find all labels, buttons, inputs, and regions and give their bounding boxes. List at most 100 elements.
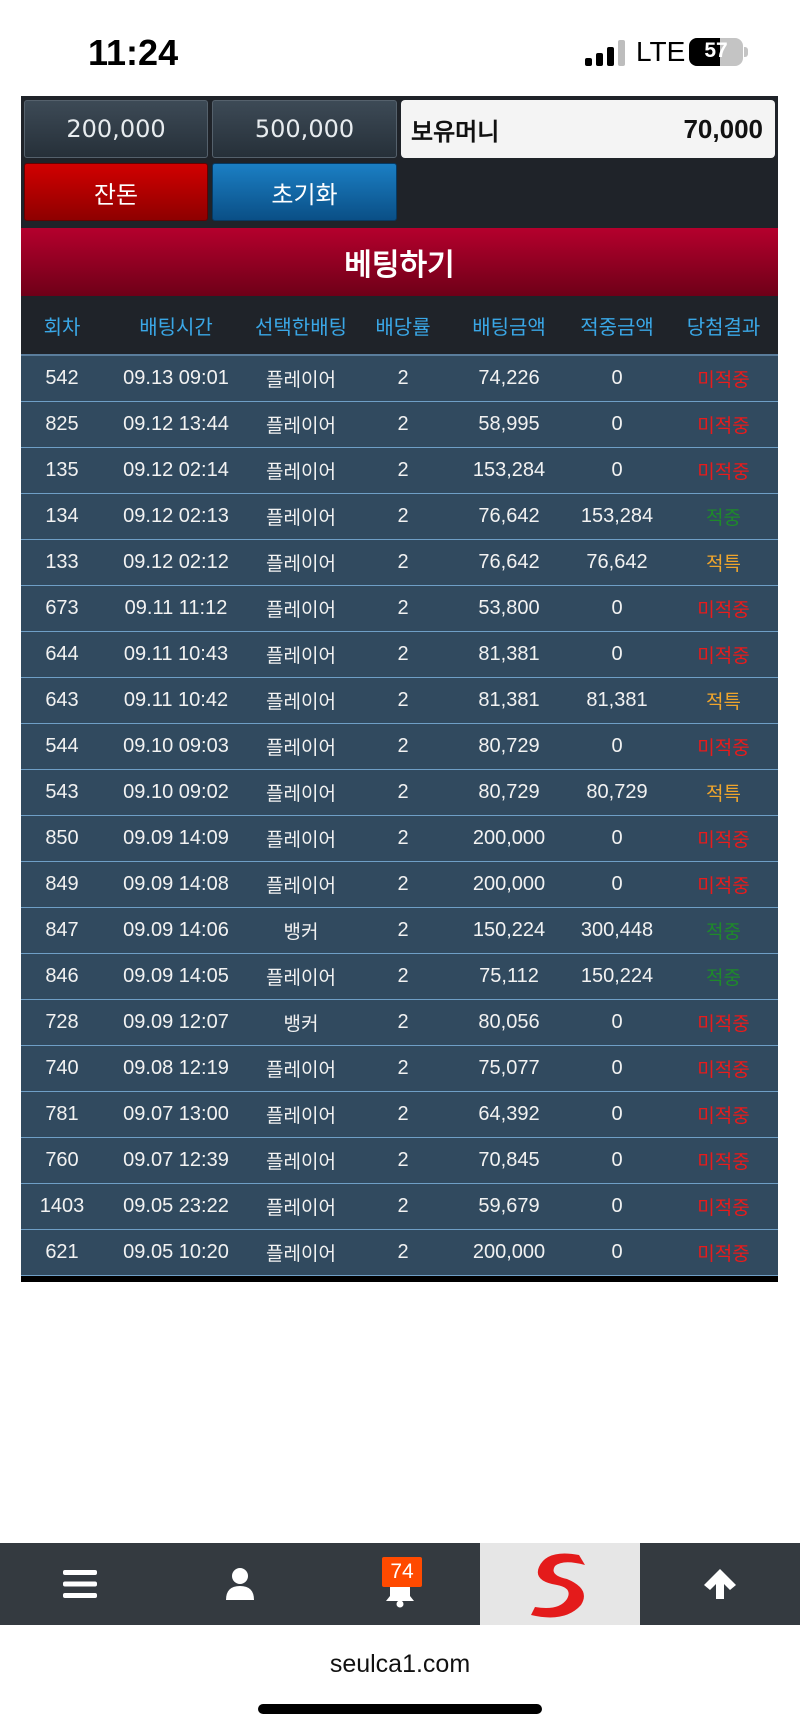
cell-time: 09.11 10:42	[123, 689, 229, 711]
cell-time: 09.12 02:14	[123, 459, 229, 481]
cell-round: 544	[45, 735, 79, 757]
cell-result: 적특	[706, 691, 741, 713]
cell-amount: 81,381	[478, 689, 540, 711]
table-body: 542 09.13 09:01 플레이어 2 74,226 0 미적중 825 09.12 13…	[21, 356, 778, 1276]
header-odds: 배당률	[375, 314, 431, 339]
cell-time: 09.11 11:12	[124, 597, 228, 619]
chip-200000-button[interactable]: 200,000	[24, 100, 208, 158]
cell-win-amount: 0	[611, 1103, 623, 1125]
scroll-top-button[interactable]	[640, 1543, 800, 1625]
cell-round: 542	[45, 367, 79, 389]
cell-time: 09.12 02:13	[123, 505, 229, 527]
cell-result: 적중	[706, 507, 741, 529]
cell-pick: 플레이어	[266, 507, 336, 529]
cell-win-amount: 0	[611, 827, 623, 849]
bet-button-label: 베팅하기	[344, 248, 455, 283]
cell-pick: 플레이어	[266, 461, 336, 483]
cell-time: 09.10 09:02	[123, 781, 229, 803]
cell-result: 적특	[706, 783, 741, 805]
cell-odds: 2	[397, 413, 409, 435]
header-pick: 선택한배팅	[255, 314, 347, 339]
battery-tip	[744, 47, 748, 57]
cell-odds: 2	[397, 1241, 409, 1263]
cell-pick: 플레이어	[266, 553, 336, 575]
cell-round: 133	[45, 551, 79, 573]
cell-odds: 2	[397, 459, 409, 481]
menu-icon	[63, 1570, 97, 1598]
cell-amount: 150,224	[472, 919, 546, 941]
cell-result: 미적중	[697, 875, 750, 897]
cell-amount: 75,077	[478, 1057, 540, 1079]
cell-round: 643	[45, 689, 79, 711]
cell-pick: 플레이어	[266, 1105, 336, 1127]
cell-odds: 2	[397, 551, 409, 573]
site-logo	[531, 1553, 585, 1618]
home-indicator[interactable]	[258, 1704, 542, 1714]
cell-odds: 2	[397, 1011, 409, 1033]
signal-icon	[585, 40, 627, 66]
cell-amount: 200,000	[472, 1241, 546, 1263]
cell-pick: 플레이어	[266, 737, 336, 759]
cell-win-amount: 0	[611, 643, 623, 665]
cell-round: 621	[45, 1241, 79, 1263]
cell-amount: 75,112	[479, 965, 539, 987]
cell-time: 09.10 09:03	[123, 735, 229, 757]
balance-box: 보유머니 70,000	[401, 100, 775, 158]
status-bar: 11:24 LTE 57	[0, 0, 800, 100]
cell-time: 09.13 09:01	[123, 367, 229, 389]
table-row: 544 09.10 09:03 플레이어 2 80,729 0 미적중	[21, 724, 778, 770]
url-label: seulca1.com	[329, 1650, 471, 1678]
cell-amount: 59,679	[478, 1195, 540, 1217]
cell-round: 850	[45, 827, 79, 849]
arrow-up-icon	[704, 1569, 736, 1599]
cell-pick: 뱅커	[283, 921, 319, 943]
cell-win-amount: 76,642	[586, 551, 648, 573]
cell-win-amount: 150,224	[580, 965, 654, 987]
cell-result: 미적중	[697, 599, 750, 621]
table-row: 542 09.13 09:01 플레이어 2 74,226 0 미적중	[21, 356, 778, 402]
cell-pick: 플레이어	[266, 1197, 336, 1219]
cell-round: 543	[45, 781, 79, 803]
cell-odds: 2	[397, 919, 409, 941]
table-row: 847 09.09 14:06 뱅커 2 150,224 300,448 적중	[21, 908, 778, 954]
cell-pick: 플레이어	[266, 1243, 336, 1265]
cell-pick: 뱅커	[283, 1013, 319, 1035]
balance-label: 보유머니	[411, 117, 500, 146]
cell-pick: 플레이어	[266, 783, 336, 805]
user-icon	[226, 1568, 254, 1600]
cell-round: 760	[45, 1149, 79, 1171]
cell-result: 미적중	[697, 645, 750, 667]
cell-round: 740	[45, 1057, 79, 1079]
cell-win-amount: 0	[611, 459, 623, 481]
cell-pick: 플레이어	[266, 875, 336, 897]
reset-button[interactable]: 초기화	[212, 163, 397, 221]
cell-odds: 2	[397, 367, 409, 389]
cell-amount: 70,845	[478, 1149, 540, 1171]
bottom-nav: 74	[0, 1543, 800, 1625]
bet-button[interactable]: 베팅하기	[21, 228, 778, 296]
cell-win-amount: 0	[611, 1011, 623, 1033]
cell-result: 미적중	[697, 461, 750, 483]
cell-result: 적특	[706, 553, 741, 575]
cell-pick: 플레이어	[266, 967, 336, 989]
menu-button[interactable]	[0, 1543, 160, 1625]
cell-time: 09.09 14:08	[123, 873, 229, 895]
cell-amount: 64,392	[478, 1103, 540, 1125]
cell-pick: 플레이어	[266, 1059, 336, 1081]
table-row: 850 09.09 14:09 플레이어 2 200,000 0 미적중	[21, 816, 778, 862]
chip-500000-button[interactable]: 500,000	[212, 100, 397, 158]
cell-round: 673	[45, 597, 79, 619]
cell-win-amount: 0	[611, 597, 623, 619]
change-button[interactable]: 잔돈	[24, 163, 208, 221]
cell-odds: 2	[397, 873, 409, 895]
cell-amount: 153,284	[472, 459, 546, 481]
cell-result: 미적중	[697, 1243, 750, 1265]
user-button[interactable]	[160, 1543, 320, 1625]
cell-pick: 플레이어	[266, 599, 336, 621]
cell-win-amount: 81,381	[586, 689, 648, 711]
cell-round: 781	[45, 1103, 79, 1125]
cell-pick: 플레이어	[266, 691, 336, 713]
table-row: 825 09.12 13:44 플레이어 2 58,995 0 미적중	[21, 402, 778, 448]
logo-button[interactable]	[480, 1543, 640, 1625]
cell-odds: 2	[397, 1195, 409, 1217]
